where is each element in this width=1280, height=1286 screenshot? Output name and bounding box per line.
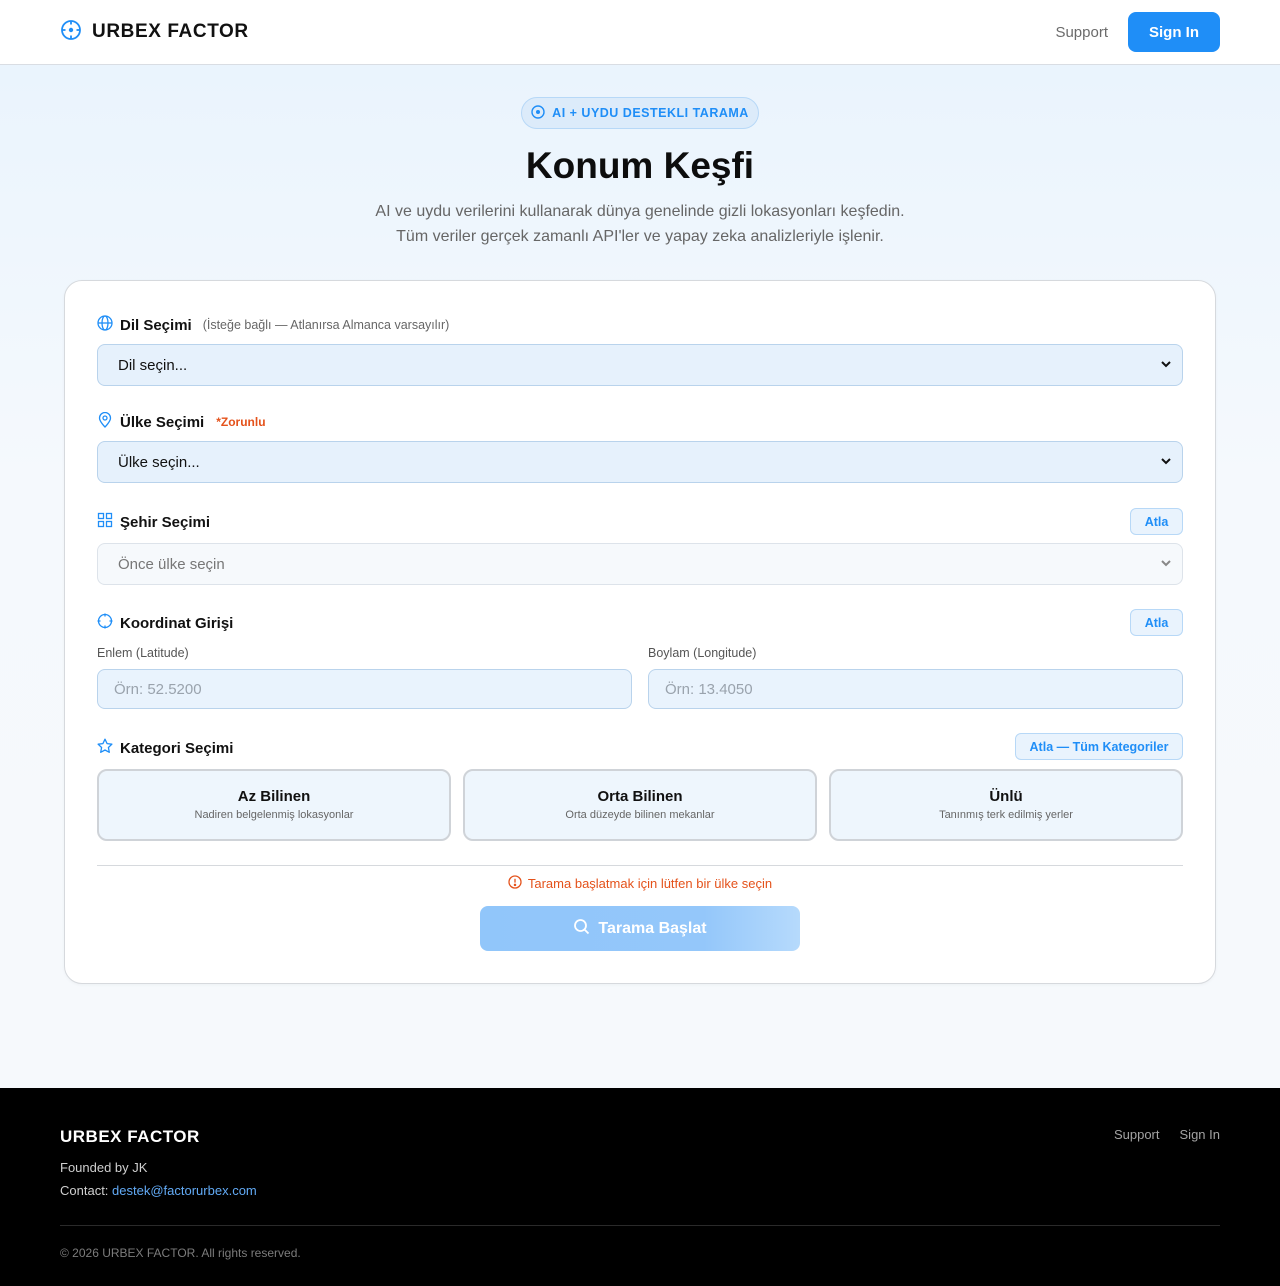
footer-support-link[interactable]: Support (1114, 1127, 1160, 1142)
subtitle-line-1: AI ve uydu verilerini kullanarak dünya g… (375, 203, 905, 220)
footer-brand: URBEX FACTOR (60, 1127, 200, 1146)
map-pin-icon (97, 411, 113, 432)
country-label: Ülke Seçimi (120, 413, 205, 431)
category-title: Ünlü (989, 788, 1023, 805)
site-footer: URBEX FACTOR Founded by JK Contact: dest… (0, 1088, 1280, 1286)
longitude-label: Boylam (Longitude) (648, 646, 757, 660)
language-label: Dil Seçimi (120, 316, 192, 334)
validation-warning-text: Tarama başlatmak için lütfen bir ülke se… (527, 876, 773, 891)
longitude-input[interactable] (648, 669, 1183, 709)
page-title: Konum Keşfi (525, 145, 755, 186)
alert-circle-icon (508, 875, 522, 892)
category-option-orta-bilinen[interactable]: Orta Bilinen Orta düzeyde bilinen mekanl… (463, 769, 817, 841)
category-option-az-bilinen[interactable]: Az Bilinen Nadiren belgelenmiş lokasyonl… (97, 769, 451, 841)
coordinates-section-label: Koordinat Girişi (97, 613, 233, 633)
chevron-down-icon (1160, 357, 1172, 374)
coordinates-label: Koordinat Girişi (120, 614, 234, 632)
footer-divider (60, 1225, 1220, 1226)
subtitle-line-2: Tüm veriler gerçek zamanlı API'ler ve ya… (396, 228, 884, 245)
country-select[interactable]: Ülke seçin... (97, 441, 1183, 483)
site-header: URBEX FACTOR Support Sign In (0, 0, 1280, 65)
sign-in-button[interactable]: Sign In (1128, 12, 1220, 52)
category-label: Kategori Seçimi (120, 739, 234, 757)
latitude-input[interactable] (97, 669, 632, 709)
validation-warning: Tarama başlatmak için lütfen bir ülke se… (65, 875, 1215, 892)
footer-contact: Contact: destek@factorurbex.com (60, 1183, 257, 1198)
footer-email-link[interactable]: destek@factorurbex.com (112, 1183, 257, 1198)
footer-copyright: © 2026 URBEX FACTOR. All rights reserved… (60, 1246, 301, 1260)
language-hint: (İsteğe bağlı — Atlanırsa Almanca varsay… (202, 318, 450, 332)
start-scan-button[interactable]: Tarama Başlat (480, 906, 800, 951)
category-title: Az Bilinen (237, 788, 311, 805)
crosshair-icon (97, 613, 113, 633)
category-description: Orta düzeyde bilinen mekanlar (565, 809, 715, 821)
latitude-label: Enlem (Latitude) (97, 646, 189, 660)
city-select-value: Önce ülke seçin (118, 555, 225, 573)
language-section-label: Dil Seçimi (İsteğe bağlı — Atlanırsa Alm… (97, 315, 449, 335)
category-description: Tanınmış terk edilmiş yerler (939, 809, 1073, 821)
category-option-unlu[interactable]: Ünlü Tanınmış terk edilmiş yerler (829, 769, 1183, 841)
category-section-label: Kategori Seçimi (97, 738, 233, 758)
form-divider (97, 865, 1183, 866)
target-icon (531, 104, 545, 122)
grid-icon (97, 512, 113, 532)
city-label: Şehir Seçimi (120, 513, 211, 531)
feature-badge-label: AI + UYDU DESTEKLI TARAMA (552, 106, 749, 120)
crosshair-icon (60, 19, 82, 46)
brand-name: URBEX FACTOR (92, 21, 249, 42)
chevron-down-icon (1160, 454, 1172, 471)
star-icon (97, 738, 113, 758)
city-select[interactable]: Önce ülke seçin (97, 543, 1183, 585)
country-select-value: Ülke seçin... (118, 453, 200, 471)
header-nav: Support Sign In (1055, 12, 1220, 52)
brand[interactable]: URBEX FACTOR (60, 19, 249, 46)
language-select-value: Dil seçin... (118, 356, 188, 374)
city-section-label: Şehir Seçimi (97, 512, 210, 532)
search-form-card: Dil Seçimi (İsteğe bağlı — Atlanırsa Alm… (64, 280, 1216, 984)
search-icon (573, 918, 590, 940)
chevron-down-icon (1160, 556, 1172, 573)
footer-contact-label: Contact: (60, 1183, 109, 1198)
main-content: AI + UYDU DESTEKLI TARAMA Konum Keşfi AI… (0, 65, 1280, 1088)
coordinates-skip-button[interactable]: Atla (1130, 609, 1183, 636)
footer-sign-in-link[interactable]: Sign In (1180, 1127, 1220, 1142)
language-select[interactable]: Dil seçin... (97, 344, 1183, 386)
globe-icon (97, 315, 113, 335)
category-skip-button[interactable]: Atla — Tüm Kategoriler (1015, 733, 1183, 760)
support-link[interactable]: Support (1055, 24, 1108, 41)
footer-nav: Support Sign In (1114, 1127, 1220, 1142)
country-section-label: Ülke Seçimi *Zorunlu (97, 411, 266, 432)
category-description: Nadiren belgelenmiş lokasyonlar (194, 809, 354, 821)
page-subtitle: AI ve uydu verilerini kullanarak dünya g… (0, 199, 1280, 249)
feature-badge: AI + UYDU DESTEKLI TARAMA (521, 97, 759, 129)
required-badge: *Zorunlu (216, 415, 266, 429)
category-title: Orta Bilinen (597, 788, 683, 805)
footer-founded: Founded by JK (60, 1160, 148, 1175)
start-scan-label: Tarama Başlat (598, 919, 707, 937)
city-skip-button[interactable]: Atla (1130, 508, 1183, 535)
